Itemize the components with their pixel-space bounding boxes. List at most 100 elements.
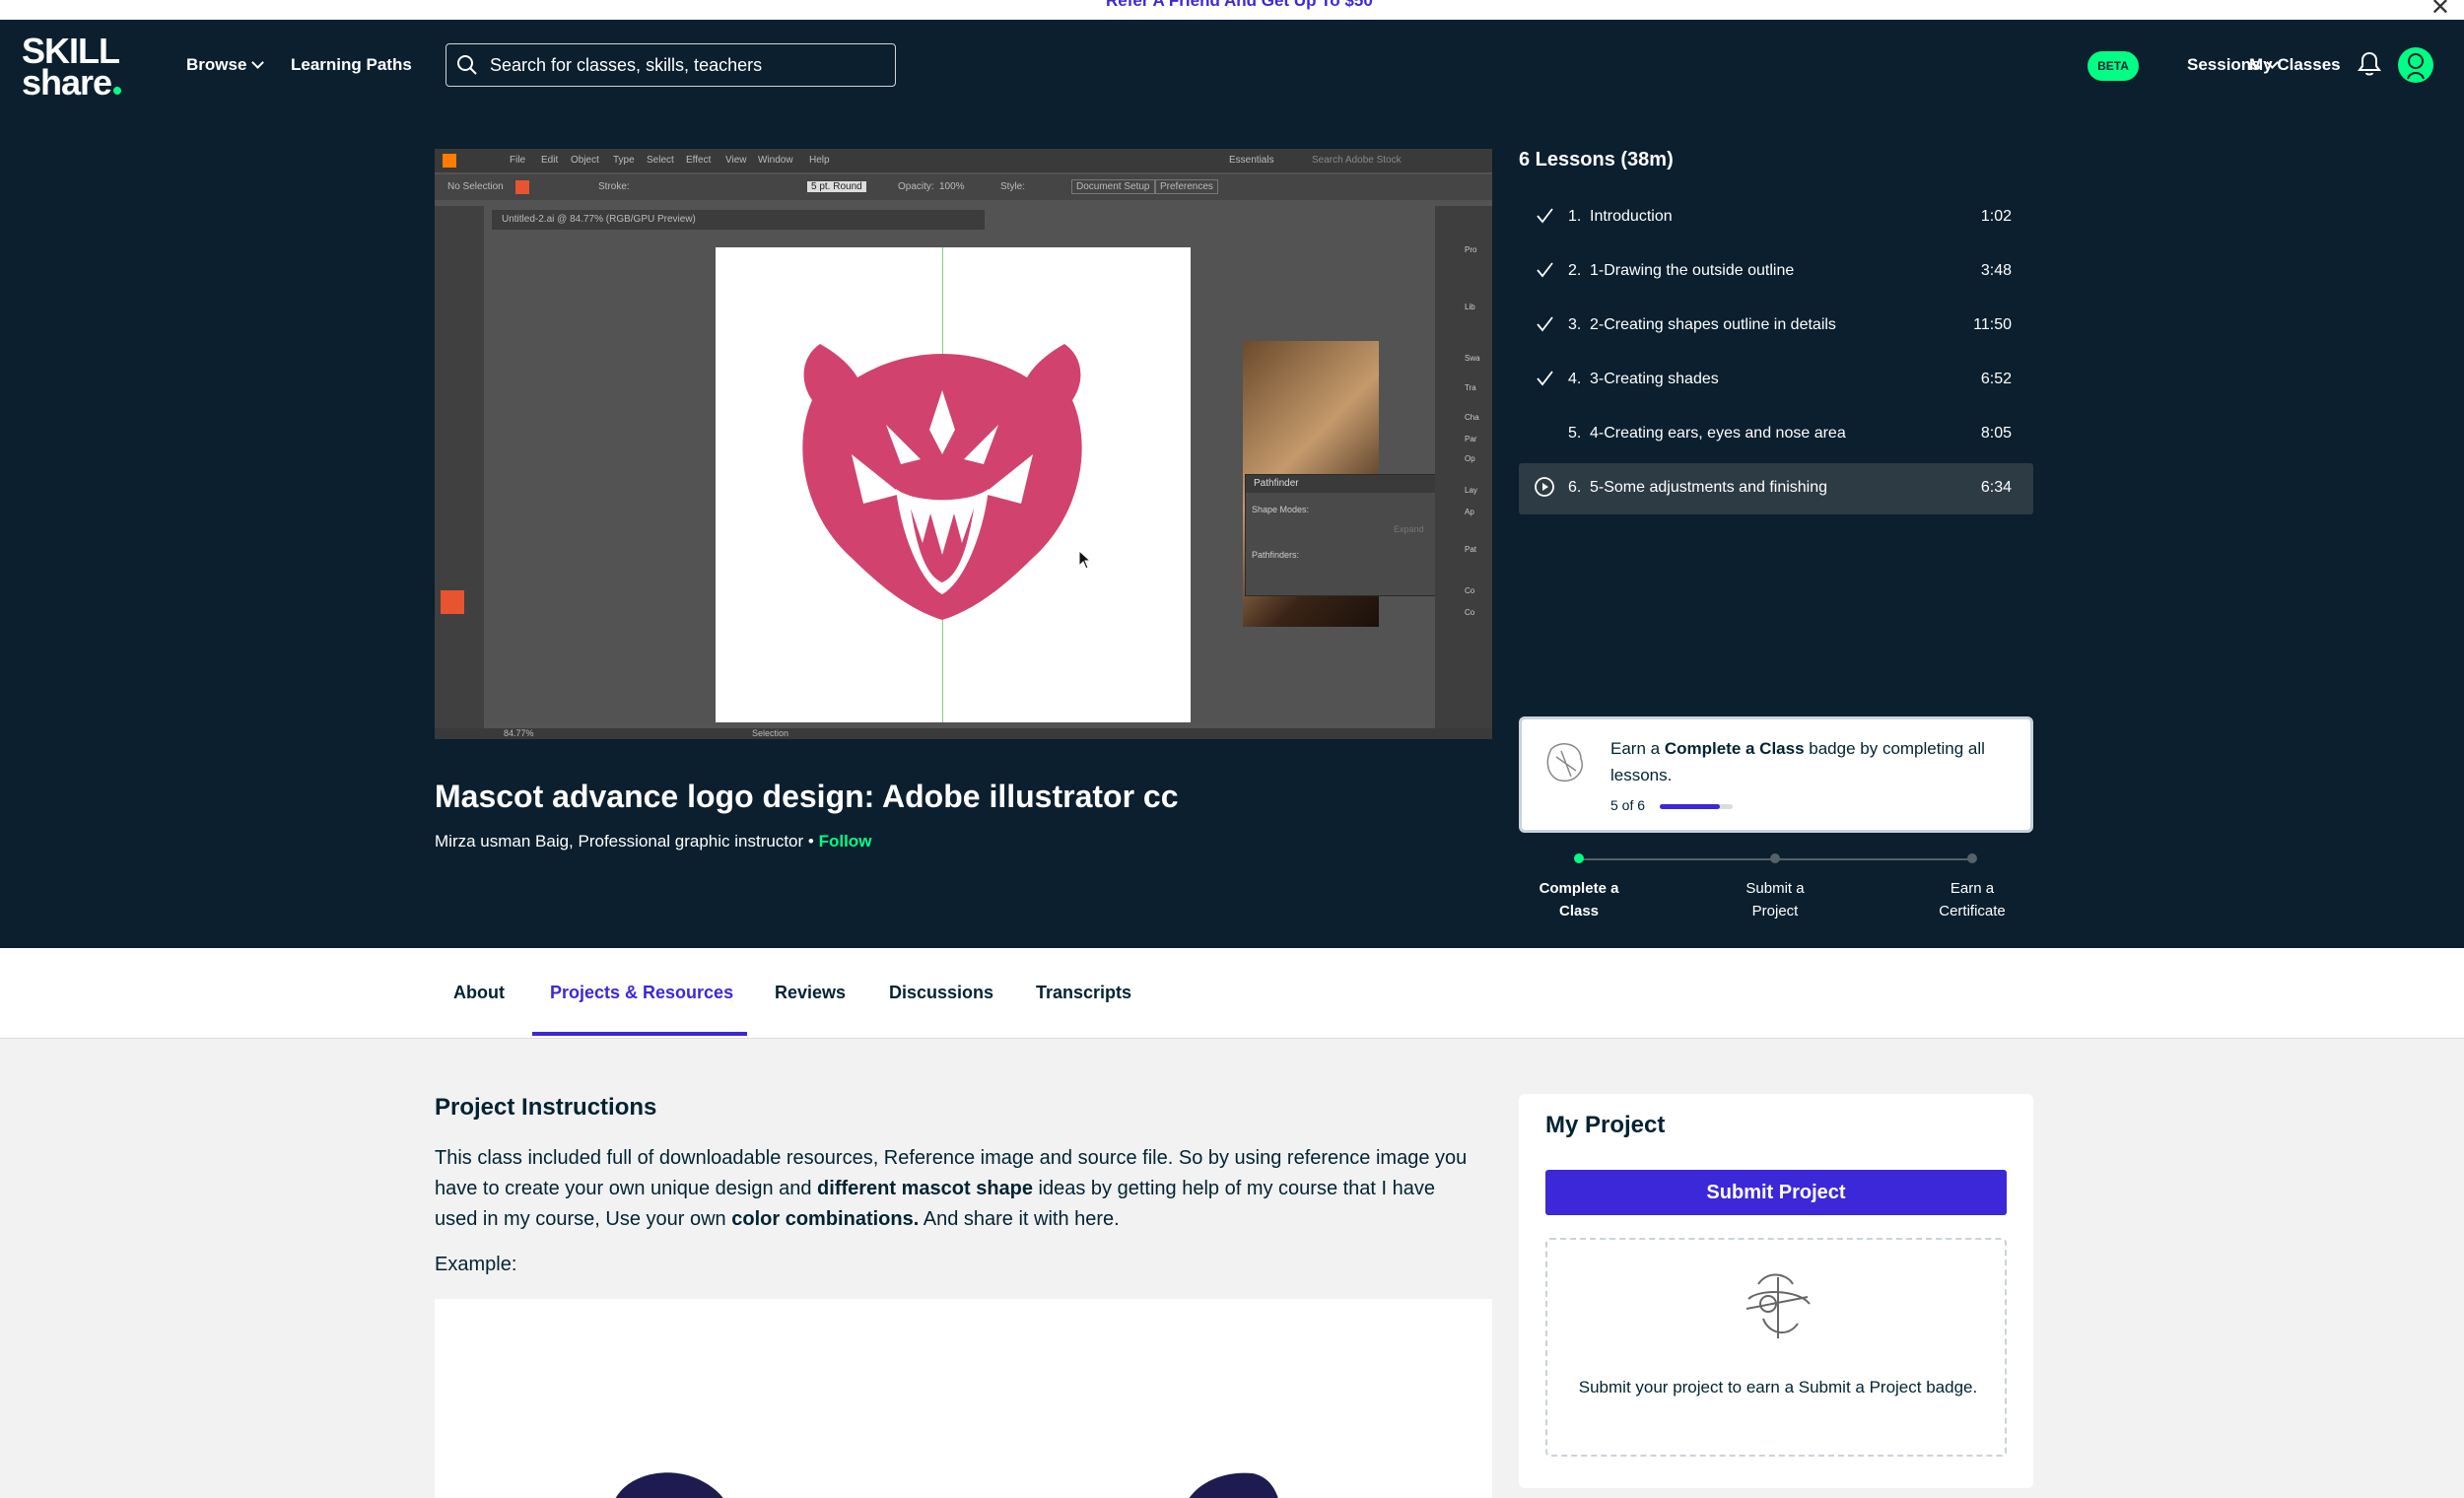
active-tab-indicator: [532, 1032, 747, 1036]
right-panel-label-3: Swa: [1465, 354, 1480, 363]
tab-transcripts[interactable]: Transcripts: [1036, 983, 1131, 1003]
lesson-number: 3.: [1568, 316, 1582, 333]
app-menu-view: View: [725, 155, 747, 166]
tab-about[interactable]: About: [453, 983, 505, 1003]
step-label-line-2: Project: [1751, 903, 1799, 919]
bear-logo-icon: [802, 344, 1082, 620]
search-icon: [457, 55, 477, 75]
search-box[interactable]: [445, 43, 896, 87]
right-panel-label-10: Pat: [1465, 545, 1477, 554]
lesson-title: 3-Creating shades: [1590, 371, 1719, 387]
project-badge-icon: [1745, 1273, 1811, 1338]
illustrator-logo-icon: [443, 154, 456, 168]
user-avatar[interactable]: [2398, 47, 2433, 83]
control-stroke: Stroke:: [598, 181, 630, 192]
lesson-row[interactable]: 1. Introduction 1:02: [1519, 192, 2033, 243]
promo-banner[interactable]: Refer A Friend And Get Up To $50 ✕: [0, 0, 2464, 22]
search-input[interactable]: [488, 44, 886, 87]
logo-line-2: share: [22, 62, 112, 102]
checkmark-icon: [1537, 262, 1553, 278]
browse-label: Browse: [186, 55, 247, 74]
app-menu-window: Window: [758, 155, 793, 166]
control-preferences: Preferences: [1155, 179, 1218, 194]
lesson-row[interactable]: 4. 3-Creating shades 6:52: [1519, 355, 2033, 406]
bell-icon[interactable]: [2358, 51, 2381, 77]
step-dot: [1770, 853, 1780, 863]
beta-badge: BETA: [2088, 51, 2139, 81]
follow-link[interactable]: Follow: [819, 832, 872, 851]
status-selection: Selection: [752, 728, 789, 738]
tab-reviews[interactable]: Reviews: [775, 983, 846, 1003]
tab-discussions[interactable]: Discussions: [889, 983, 993, 1003]
fill-swatch: [515, 180, 529, 194]
instructions-bold-1: different mascot shape: [817, 1178, 1033, 1199]
stock-search: Search Adobe Stock: [1312, 155, 1402, 166]
instructor-line: Mirza usman Baig, Professional graphic i…: [435, 832, 871, 851]
project-instructions-heading: Project Instructions: [435, 1094, 657, 1121]
course-title: Mascot advance logo design: Adobe illust…: [435, 779, 1179, 814]
control-opacity: Opacity:: [898, 181, 934, 192]
instructions-bold-2: color combinations.: [731, 1208, 920, 1230]
learning-paths-link[interactable]: Learning Paths: [291, 55, 412, 75]
lesson-row[interactable]: 5. 4-Creating ears, eyes and nose area 8:0…: [1519, 409, 2033, 460]
right-panel-label-2: Lib: [1465, 303, 1475, 311]
tools-panel: [435, 206, 484, 739]
fill-color-icon: [441, 590, 464, 614]
my-classes-link[interactable]: My Classes: [2249, 55, 2341, 75]
lesson-title: 5-Some adjustments and finishing: [1590, 479, 1828, 496]
avatar-icon: [2407, 53, 2425, 80]
checkmark-icon: [1537, 316, 1553, 332]
lesson-duration: 8:05: [1980, 425, 2012, 442]
my-project-card: My Project Submit Project Submit your pr…: [1519, 1094, 2033, 1488]
control-document-setup: Document Setup: [1071, 179, 1155, 194]
instructor-name[interactable]: Mirza usman Baig, Professional graphic i…: [435, 832, 803, 851]
browse-menu[interactable]: Browse: [186, 55, 265, 75]
submit-project-button[interactable]: Submit Project: [1545, 1170, 2007, 1215]
zoom-level: 84.77%: [504, 728, 534, 738]
checkmark-icon: [1537, 208, 1553, 224]
control-no-selection: No Selection: [447, 181, 504, 192]
project-instructions-text: This class included full of downloadable…: [435, 1143, 1479, 1235]
right-panel-label-1: Pro: [1465, 245, 1477, 254]
class-tabs: About Projects & Resources Reviews Discu…: [0, 948, 2464, 1039]
app-menu-effect: Effect: [686, 155, 712, 166]
badge-description: Earn a Complete a Class badge by complet…: [1610, 735, 2015, 788]
right-panel-label-12: Co: [1465, 608, 1475, 617]
control-brush: 5 pt. Round: [807, 181, 866, 192]
lesson-duration: 1:02: [1980, 208, 2012, 225]
video-player[interactable]: File Edit Object Type Select Effect View…: [435, 149, 1492, 739]
status-bar: 84.77% Selection: [435, 728, 1492, 739]
lesson-title: 1-Drawing the outside outline: [1590, 262, 1795, 279]
badge-text-bold: Complete a Class: [1664, 739, 1805, 758]
checkmark-icon: [1537, 371, 1553, 386]
badge-progress-label: 5 of 6: [1610, 797, 1646, 813]
lesson-title: 4-Creating ears, eyes and nose area: [1590, 425, 1846, 442]
lesson-duration: 11:50: [1973, 316, 2012, 333]
shape-modes-label: Shape Modes:: [1252, 505, 1310, 514]
app-menu-help: Help: [809, 155, 830, 166]
complete-class-badge-card[interactable]: Earn a Complete a Class badge by complet…: [1519, 716, 2033, 833]
example-label: Example:: [435, 1254, 517, 1275]
document-tab: Untitled-2.ai @ 84.77% (RGB/GPU Preview): [492, 210, 985, 230]
lesson-row[interactable]: 2. 1-Drawing the outside outline 3:48: [1519, 246, 2033, 298]
artboard: [716, 247, 1191, 722]
skillshare-logo[interactable]: SKILL share: [22, 34, 122, 102]
pathfinder-header: Pathfinder: [1246, 475, 1443, 493]
chevron-down-icon: [251, 56, 265, 69]
step-label-line-1: Submit a: [1745, 880, 1805, 897]
right-panel-label-5: Cha: [1465, 413, 1479, 422]
example-mascot-right: [1189, 1472, 1278, 1498]
tab-projects-resources[interactable]: Projects & Resources: [550, 983, 733, 1003]
promo-text[interactable]: Refer A Friend And Get Up To $50: [1106, 0, 1373, 11]
lesson-number: 4.: [1568, 371, 1582, 387]
control-bar: No Selection Stroke: 5 pt. Round Opacity…: [435, 174, 1492, 200]
lesson-row[interactable]: 6. 5-Some adjustments and finishing 6:34: [1519, 463, 2033, 514]
workspace-label: Essentials: [1229, 155, 1274, 166]
step-dot: [1967, 853, 1977, 863]
expand-button: Expand: [1394, 524, 1424, 534]
lesson-title: Introduction: [1590, 208, 1673, 225]
close-icon[interactable]: ✕: [2430, 0, 2450, 22]
lesson-row[interactable]: 3. 2-Creating shapes outline in details 11…: [1519, 301, 2033, 352]
lesson-title: 2-Creating shapes outline in details: [1590, 316, 1836, 333]
project-dropzone[interactable]: Submit your project to earn a Submit a P…: [1545, 1238, 2007, 1457]
